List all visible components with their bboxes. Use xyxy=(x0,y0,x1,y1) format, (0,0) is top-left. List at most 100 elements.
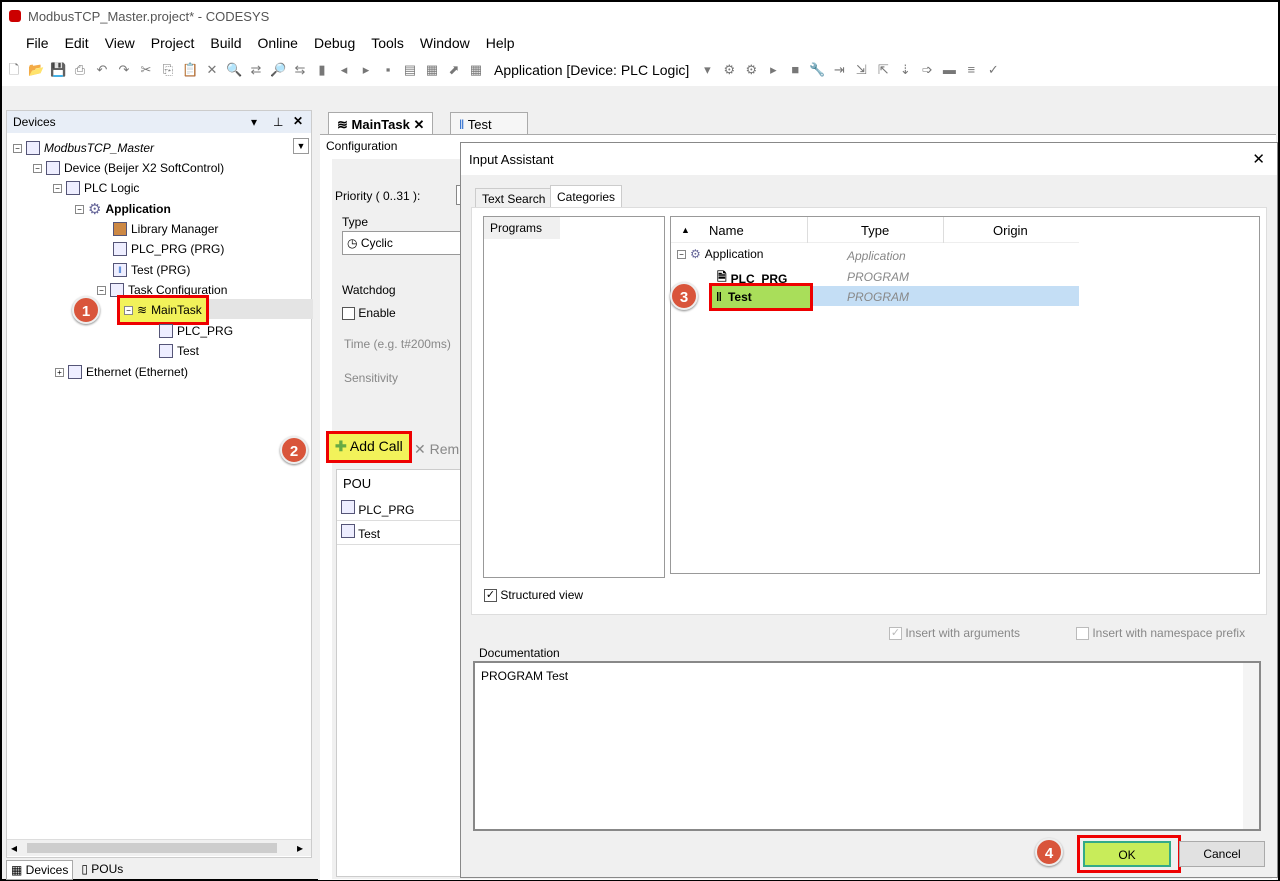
clear-bookmark-icon[interactable]: ▪ xyxy=(380,62,396,78)
check-icon[interactable]: ✓ xyxy=(985,62,1001,78)
find-icon[interactable]: 🔍 xyxy=(226,62,242,78)
type-select[interactable]: ◷ Cyclic xyxy=(342,231,472,255)
export-icon[interactable]: ⬈ xyxy=(446,62,462,78)
expand-icon[interactable]: + xyxy=(55,367,64,377)
menu-help[interactable]: Help xyxy=(478,30,523,54)
row-test[interactable]: ‖ Test xyxy=(709,283,813,311)
tree-node-project[interactable]: − ModbusTCP_Master xyxy=(13,139,154,157)
tree-node-maintask-test[interactable]: Test xyxy=(159,342,199,360)
prev-bookmark-icon[interactable]: ◂ xyxy=(336,62,352,78)
find-in-project-icon[interactable]: 🔎 xyxy=(270,62,286,78)
scroll-right-icon[interactable]: ▸ xyxy=(297,841,303,855)
collapse-icon[interactable]: − xyxy=(677,249,686,259)
calendar-icon[interactable]: ▦ xyxy=(468,62,484,78)
force-values-icon[interactable]: ≡ xyxy=(963,62,979,78)
vertical-scrollbar[interactable] xyxy=(1243,663,1259,829)
next-statement-icon[interactable]: ➩ xyxy=(919,62,935,78)
tab-devices[interactable]: ▦ Devices xyxy=(6,860,74,880)
menu-build[interactable]: Build xyxy=(202,30,249,54)
scroll-left-icon[interactable]: ◂ xyxy=(11,841,17,855)
tree-node-plc-prg[interactable]: PLC_PRG (PRG) xyxy=(113,240,224,258)
undo-icon[interactable]: ↶ xyxy=(94,62,110,78)
column-origin[interactable]: Origin xyxy=(993,223,1028,238)
column-name[interactable]: Name xyxy=(709,223,744,238)
sort-up-icon[interactable]: ▲ xyxy=(681,225,690,235)
chevron-down-icon[interactable]: ▾ xyxy=(699,62,715,78)
reset-icon[interactable]: 🔧 xyxy=(809,62,825,78)
collapse-icon[interactable]: − xyxy=(33,163,42,173)
run-icon[interactable]: ▸ xyxy=(765,62,781,78)
print-icon[interactable]: ⎙ xyxy=(72,62,88,78)
enable-checkbox[interactable]: Enable xyxy=(342,306,396,321)
tree-node-test[interactable]: ‖ Test (PRG) xyxy=(113,261,190,279)
step-out-icon[interactable]: ⇱ xyxy=(875,62,891,78)
pou-row[interactable]: Test xyxy=(337,521,465,545)
tab-categories[interactable]: Categories xyxy=(550,185,623,208)
close-tab-icon[interactable]: ✕ xyxy=(413,117,424,132)
save-icon[interactable]: 💾 xyxy=(50,62,66,78)
tree-node-maintask[interactable]: − ≋ MainTask xyxy=(117,295,209,325)
replace-icon[interactable]: ⇄ xyxy=(248,62,264,78)
tree-node-ethernet[interactable]: + Ethernet (Ethernet) xyxy=(55,363,188,381)
collapse-icon[interactable]: − xyxy=(124,305,133,315)
tree-node-plc-logic[interactable]: − PLC Logic xyxy=(53,179,139,197)
menu-edit[interactable]: Edit xyxy=(57,30,97,54)
new-icon[interactable]: 🗋 xyxy=(6,62,22,78)
tab-configuration[interactable]: Configuration xyxy=(320,135,402,159)
logout-icon[interactable]: ⚙ xyxy=(743,62,759,78)
pin-icon[interactable]: ⊥ xyxy=(273,115,283,129)
structured-view-checkbox[interactable]: ✓ Structured view xyxy=(484,588,583,603)
clipboard-icon[interactable]: ▤ xyxy=(402,62,418,78)
cancel-button[interactable]: Cancel xyxy=(1179,841,1265,867)
cut-icon[interactable]: ✂ xyxy=(138,62,154,78)
close-icon[interactable]: ✕ xyxy=(1252,150,1265,168)
collapse-icon[interactable]: − xyxy=(97,285,106,295)
tab-maintask[interactable]: ≋ MainTask ✕ xyxy=(328,112,434,134)
remove-call-button[interactable]: ✕ Rem xyxy=(414,441,459,458)
open-icon[interactable]: 📂 xyxy=(28,62,44,78)
insert-with-arguments-checkbox[interactable]: ✓ Insert with arguments xyxy=(889,626,1020,641)
menu-view[interactable]: View xyxy=(97,30,143,54)
row-application[interactable]: − ⚙ Application xyxy=(677,247,763,261)
login-icon[interactable]: ⚙ xyxy=(721,62,737,78)
scrollbar-thumb[interactable] xyxy=(27,843,277,853)
pou-row[interactable]: PLC_PRG xyxy=(337,497,465,521)
tree-node-application[interactable]: − ⚙ Application xyxy=(75,200,171,218)
menu-online[interactable]: Online xyxy=(250,30,306,54)
stop-icon[interactable]: ■ xyxy=(787,62,803,78)
menu-window[interactable]: Window xyxy=(412,30,478,54)
tree-dropdown[interactable]: ▼ xyxy=(293,138,309,154)
menu-project[interactable]: Project xyxy=(143,30,203,54)
documentation-text[interactable]: PROGRAM Test xyxy=(473,661,1261,831)
category-programs[interactable]: Programs xyxy=(484,217,560,239)
tree-node-maintask-plc-prg[interactable]: PLC_PRG xyxy=(159,322,233,340)
delete-icon[interactable]: ✕ xyxy=(204,62,220,78)
horizontal-scrollbar[interactable]: ◂ ▸ xyxy=(7,839,311,856)
application-selector[interactable]: Application [Device: PLC Logic] xyxy=(490,62,693,78)
write-values-icon[interactable]: ▬ xyxy=(941,62,957,78)
add-call-button[interactable]: ✚ Add Call xyxy=(326,431,412,463)
insert-namespace-checkbox[interactable]: Insert with namespace prefix xyxy=(1076,626,1245,641)
step-over-icon[interactable]: ⇥ xyxy=(831,62,847,78)
next-bookmark-icon[interactable]: ▸ xyxy=(358,62,374,78)
run-to-cursor-icon[interactable]: ⇣ xyxy=(897,62,913,78)
tab-test[interactable]: ‖ Test xyxy=(450,112,528,134)
redo-icon[interactable]: ↷ xyxy=(116,62,132,78)
collapse-icon[interactable]: − xyxy=(75,204,84,214)
bookmark-icon[interactable]: ▮ xyxy=(314,62,330,78)
menu-file[interactable]: File xyxy=(18,30,57,54)
close-icon[interactable]: ✕ xyxy=(293,114,303,128)
column-type[interactable]: Type xyxy=(861,223,889,238)
add-object-icon[interactable]: ▦ xyxy=(424,62,440,78)
tab-pous[interactable]: ▯ POUs xyxy=(77,860,127,880)
tree-node-library-manager[interactable]: Library Manager xyxy=(113,220,218,238)
chevron-down-icon[interactable]: ▾ xyxy=(251,115,257,129)
collapse-icon[interactable]: − xyxy=(13,143,22,153)
collapse-icon[interactable]: − xyxy=(53,183,62,193)
ok-button[interactable]: OK xyxy=(1083,841,1171,867)
step-into-icon[interactable]: ⇲ xyxy=(853,62,869,78)
tree-node-device[interactable]: − Device (Beijer X2 SoftControl) xyxy=(33,159,224,177)
copy-icon[interactable]: ⎘ xyxy=(160,62,176,78)
replace-in-project-icon[interactable]: ⇆ xyxy=(292,62,308,78)
menu-tools[interactable]: Tools xyxy=(363,30,412,54)
